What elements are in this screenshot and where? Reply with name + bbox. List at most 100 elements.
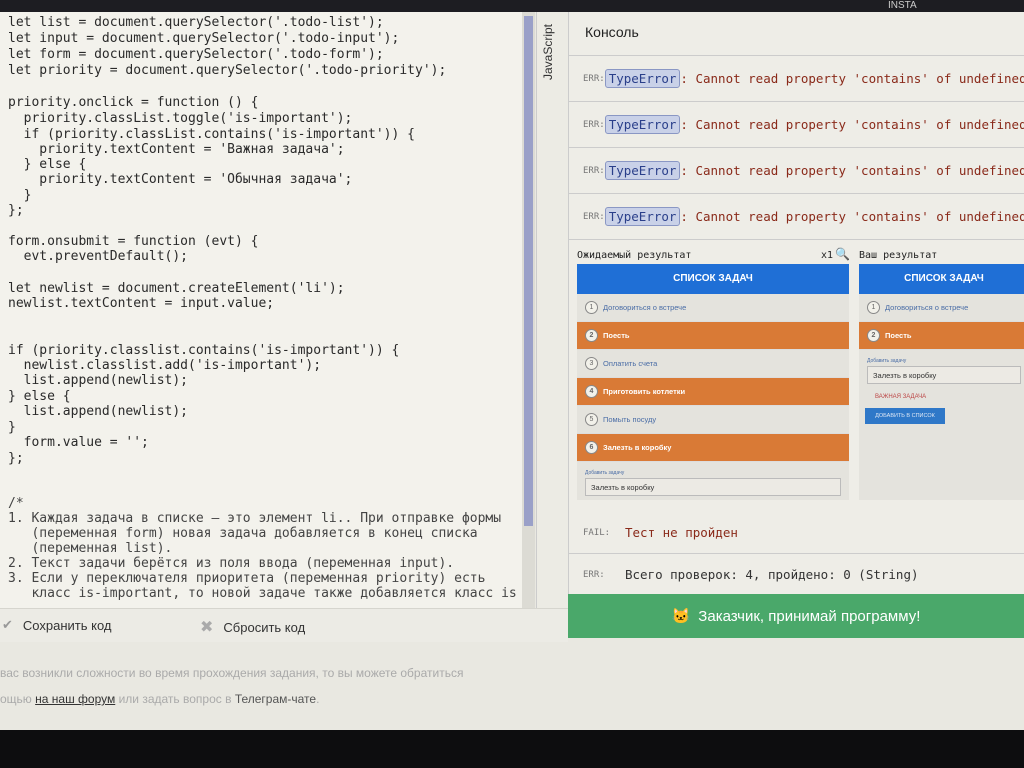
task-number: 1 (867, 301, 880, 314)
add-to-list-button[interactable]: ДОБАВИТЬ В СПИСОК (865, 408, 945, 424)
error-type-badge[interactable]: TypeError (604, 115, 681, 134)
list-header: СПИСОК ЗАДАЧ (577, 264, 849, 294)
tab-javascript[interactable]: JavaScript (536, 12, 568, 608)
search-icon[interactable]: 🔍 (835, 247, 850, 261)
zoom-label: x1 (821, 250, 834, 261)
submit-label: Заказчик, принимай программу! (698, 607, 921, 625)
expected-frame: СПИСОК ЗАДАЧ 1 Договориться о встрече 2 Поес… (577, 264, 849, 500)
task-item: 2 Поесть (577, 322, 849, 350)
editor-actions: ✔ Сохранить код ✖ Сбросить код (0, 608, 568, 642)
error-message: : Cannot read property 'contains' of und… (680, 163, 1024, 178)
code-line: form.onsubmit = function (evt) { (8, 234, 259, 249)
console-error-row: ERR: TypeError: Cannot read property 'con… (569, 194, 1024, 240)
err-label: ERR: (583, 73, 605, 84)
task-item: 3 Оплатить счета (577, 350, 849, 378)
console-title: Консоль (569, 12, 1024, 56)
console-panel: Консоль ERR: TypeError: Cannot read prope… (568, 12, 1024, 608)
task-number: 1 (585, 301, 598, 314)
task-item: 2 Поесть (859, 322, 1024, 350)
tab-label: JavaScript (541, 24, 555, 81)
close-icon: ✖ (200, 619, 214, 636)
task-text: Поесть (885, 331, 912, 340)
err-label: ERR: (583, 119, 605, 130)
fail-label: FAIL: (583, 527, 611, 538)
code-line: newlist.classlist.add('is-important'); (8, 358, 322, 373)
task-number: 2 (867, 329, 880, 342)
code-line: }; (8, 451, 24, 466)
save-label: Сохранить код (22, 617, 112, 633)
task-text: Договориться о встрече (885, 303, 969, 312)
task-text: Оплатить счета (603, 359, 658, 368)
telegram-link[interactable]: Телеграм-чате (235, 692, 316, 706)
err-label: ERR: (583, 211, 605, 222)
task-number: 6 (585, 441, 598, 454)
code-line: priority.onclick = function () { (8, 95, 259, 110)
code-line: 2. Текст задачи берётся из поля ввода (п… (8, 556, 455, 571)
yours-label: Ваш результат (859, 250, 938, 261)
input-label: Добавить задачу (867, 358, 907, 364)
fail-row: FAIL: Тест не пройден (569, 512, 1024, 554)
code-editor[interactable]: let list = document.querySelector('.todo… (0, 12, 522, 608)
task-number: 4 (585, 385, 598, 398)
task-number: 5 (585, 413, 598, 426)
code-line: } else { (8, 157, 87, 172)
task-text: Залезть в коробку (603, 443, 672, 452)
code-line: list.append(newlist); (8, 373, 189, 388)
task-text: Поесть (603, 331, 630, 340)
console-error-row: ERR: TypeError: Cannot read property 'con… (569, 56, 1024, 102)
task-item: 1 Договориться о встрече (577, 294, 849, 322)
code-line: if (priority.classlist.contains('is-impo… (8, 343, 400, 358)
console-error-row: ERR: TypeError: Cannot read property 'con… (569, 148, 1024, 194)
forum-link[interactable]: на наш форум (35, 692, 115, 706)
scrollbar-thumb[interactable] (524, 16, 533, 526)
code-line: newlist.textContent = input.value; (8, 296, 275, 311)
reset-code-button[interactable]: ✖ Сбросить код (200, 617, 305, 637)
summary-text: Всего проверок: 4, пройдено: 0 (String) (625, 567, 919, 582)
task-input[interactable]: Залезть в коробку (585, 478, 841, 496)
task-input[interactable]: Залезть в коробку (867, 366, 1021, 384)
priority-toggle[interactable]: ВАЖНАЯ ЗАДАЧА (875, 394, 1024, 400)
help-end: . (316, 692, 320, 706)
help-line-1: вас возникли сложности во время прохожде… (0, 666, 464, 680)
code-line: priority.textContent = 'Обычная задача'; (8, 172, 353, 187)
code-line: priority.textContent = 'Важная задача'; (8, 142, 345, 157)
code-line: priority.classList.toggle('is-important'… (8, 111, 353, 126)
expected-label: Ожидаемый результат (577, 250, 692, 261)
error-message: : Cannot read property 'contains' of und… (680, 209, 1024, 224)
code-line: /* (8, 496, 24, 511)
error-type-badge[interactable]: TypeError (604, 207, 681, 226)
save-code-button[interactable]: ✔ Сохранить код (2, 617, 111, 633)
code-line: } (8, 188, 32, 203)
task-text: Помыть посуду (603, 415, 657, 424)
error-message: : Cannot read property 'contains' of und… (680, 71, 1024, 86)
console-error-row: ERR: TypeError: Cannot read property 'con… (569, 102, 1024, 148)
code-line: 3. Если у переключателя приоритета (пере… (8, 571, 486, 586)
code-line: let input = document.querySelector('.tod… (8, 31, 400, 46)
cat-icon: 🐱 (671, 608, 691, 625)
input-label: Добавить задачу (585, 470, 625, 476)
summary-row: ERR: Всего проверок: 4, пройдено: 0 (Stri… (569, 554, 1024, 596)
submit-program-button[interactable]: 🐱 Заказчик, принимай программу! (568, 594, 1024, 638)
task-number: 2 (585, 329, 598, 342)
fail-text: Тест не пройден (625, 525, 738, 540)
error-message: : Cannot read property 'contains' of und… (680, 117, 1024, 132)
code-line: } (8, 420, 16, 435)
your-frame: СПИСОК ЗАДАЧ 1 Договориться о встрече 2 Поес… (859, 264, 1024, 500)
editor-scrollbar[interactable] (522, 12, 535, 608)
code-line: list.append(newlist); (8, 404, 189, 419)
code-line: } else { (8, 389, 71, 404)
task-item: 5 Помыть посуду (577, 406, 849, 434)
code-line: if (priority.classList.contains('is-impo… (8, 127, 415, 142)
help-mid: или задать вопрос в (115, 692, 235, 706)
reset-label: Сбросить код (223, 619, 306, 635)
code-line: класс is-important, то новой задаче такж… (8, 586, 517, 601)
task-item: 1 Договориться о встрече (859, 294, 1024, 322)
summary-label: ERR: (583, 569, 605, 580)
error-type-badge[interactable]: TypeError (604, 161, 681, 180)
code-line: evt.preventDefault(); (8, 249, 189, 264)
error-type-badge[interactable]: TypeError (604, 69, 681, 88)
task-text: Приготовить котлетки (603, 387, 686, 396)
err-label: ERR: (583, 165, 605, 176)
code-line: let form = document.querySelector('.todo… (8, 47, 384, 62)
help-prefix: ощью (0, 692, 36, 706)
